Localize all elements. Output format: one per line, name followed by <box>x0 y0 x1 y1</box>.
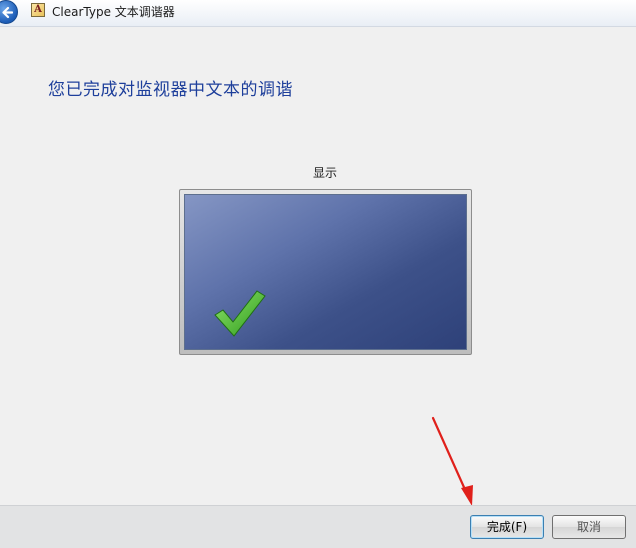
back-arrow-icon[interactable] <box>0 0 18 24</box>
title-bar: A ClearType 文本调谐器 <box>0 0 636 27</box>
page-heading: 您已完成对监视器中文本的调谐 <box>48 80 293 100</box>
checkmark-icon <box>214 290 266 337</box>
cancel-button[interactable]: 取消 <box>552 515 626 539</box>
monitor-frame <box>179 189 472 355</box>
display-label: 显示 <box>312 166 337 180</box>
window-title: ClearType 文本调谐器 <box>52 5 175 19</box>
monitor-screen <box>184 194 467 350</box>
bottom-button-bar: 完成(F) 取消 <box>0 505 636 548</box>
cleartype-app-icon: A <box>31 3 45 17</box>
finish-button[interactable]: 完成(F) <box>470 515 544 539</box>
red-arrow-annotation <box>431 416 473 506</box>
